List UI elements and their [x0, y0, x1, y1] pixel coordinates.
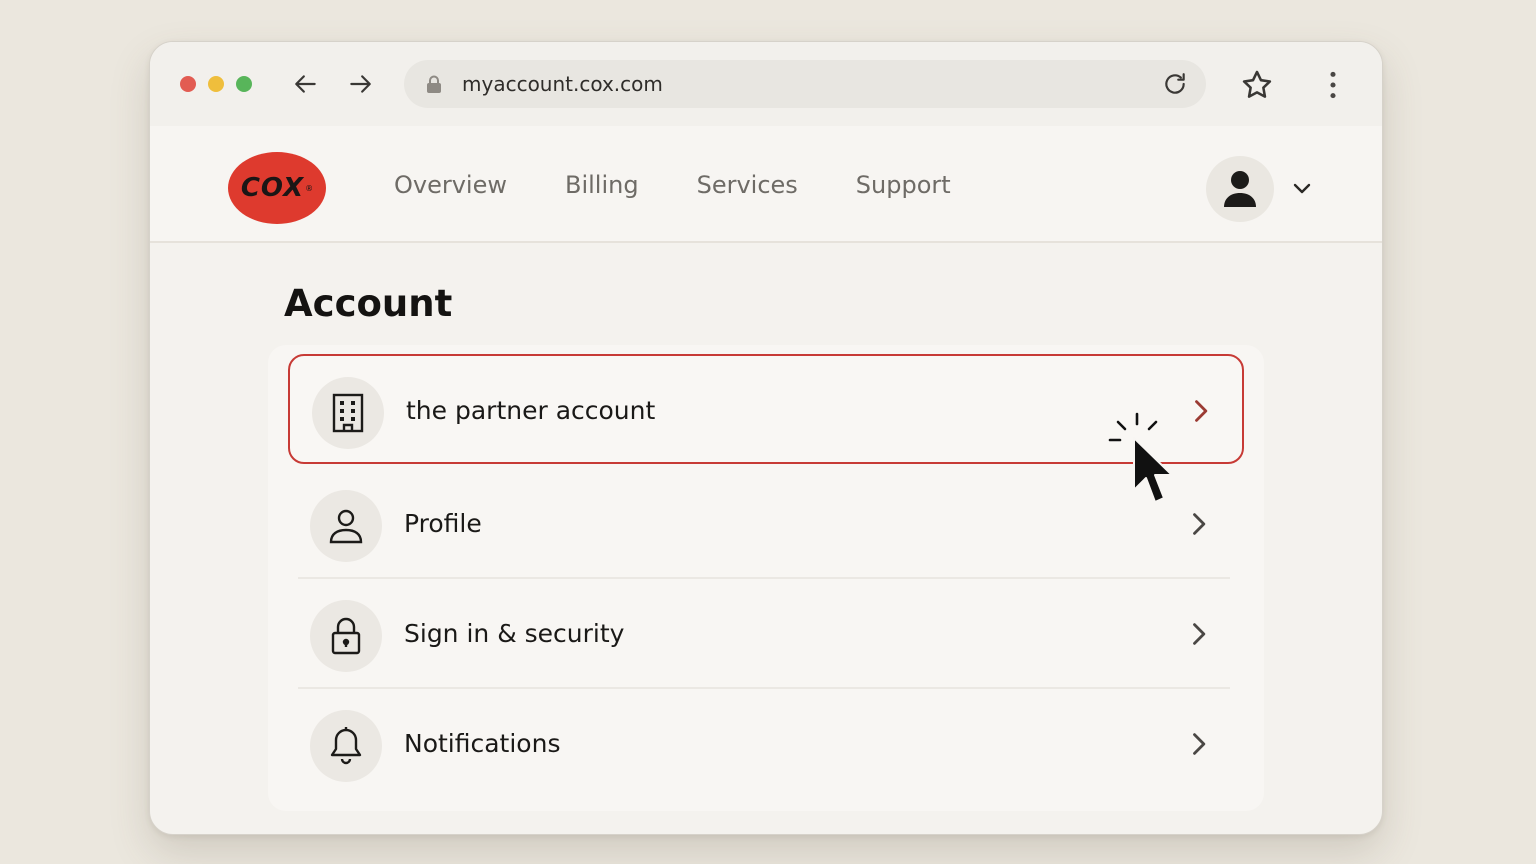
list-item-profile[interactable]: Profile: [288, 469, 1244, 579]
list-item-label: Profile: [404, 509, 482, 538]
lock-icon: [331, 617, 361, 655]
row-icon: [312, 377, 384, 449]
logo-text: COX: [240, 173, 305, 203]
site-header: COX ® Overview Billing Services Support: [150, 126, 1382, 243]
list-item-label: Sign in & security: [404, 619, 625, 648]
user-avatar-icon: [1224, 171, 1256, 207]
chevron-down-icon[interactable]: [1290, 176, 1314, 200]
row-icon: [310, 490, 382, 562]
nav-billing[interactable]: Billing: [565, 171, 639, 199]
arrow-right-icon: [350, 75, 371, 93]
arrow-left-icon: [295, 75, 316, 93]
url-text[interactable]: myaccount.cox.com: [462, 60, 663, 108]
main-nav: Overview Billing Services Support: [394, 126, 1009, 243]
back-button[interactable]: [288, 66, 324, 102]
browser-window: myaccount.cox.com COX ® Overview Billing …: [149, 41, 1383, 835]
minimize-window-button[interactable]: [208, 76, 224, 92]
lock-icon: [427, 75, 441, 93]
building-icon: [332, 393, 364, 433]
account-menu-card: the partner account Profile Sign in & se…: [268, 345, 1264, 811]
star-icon[interactable]: [1240, 68, 1274, 102]
chevron-right-icon: [1193, 623, 1206, 645]
row-icon: [310, 600, 382, 672]
list-item-partner-account[interactable]: the partner account: [288, 354, 1244, 464]
close-window-button[interactable]: [180, 76, 196, 92]
browser-toolbar: myaccount.cox.com: [150, 42, 1382, 126]
reload-icon[interactable]: [1162, 71, 1188, 97]
chevron-right-icon: [1193, 733, 1206, 755]
kebab-menu-icon[interactable]: [1320, 68, 1346, 102]
registered-mark: ®: [305, 183, 314, 193]
row-icon: [310, 710, 382, 782]
account-avatar-button[interactable]: [1206, 156, 1274, 222]
chevron-right-icon: [1193, 513, 1206, 535]
nav-services[interactable]: Services: [697, 171, 798, 199]
nav-overview[interactable]: Overview: [394, 171, 507, 199]
list-item-notifications[interactable]: Notifications: [288, 689, 1244, 799]
forward-button[interactable]: [342, 66, 378, 102]
maximize-window-button[interactable]: [236, 76, 252, 92]
list-item-sign-in-security[interactable]: Sign in & security: [288, 579, 1244, 689]
list-item-label: Notifications: [404, 729, 561, 758]
cox-logo[interactable]: COX ®: [228, 152, 326, 224]
person-icon: [329, 509, 363, 544]
chevron-right-icon: [1195, 400, 1208, 422]
address-bar[interactable]: myaccount.cox.com: [404, 60, 1206, 108]
page-title: Account: [284, 282, 453, 325]
nav-support[interactable]: Support: [856, 171, 951, 199]
list-item-label: the partner account: [406, 396, 656, 425]
bell-icon: [330, 727, 362, 765]
